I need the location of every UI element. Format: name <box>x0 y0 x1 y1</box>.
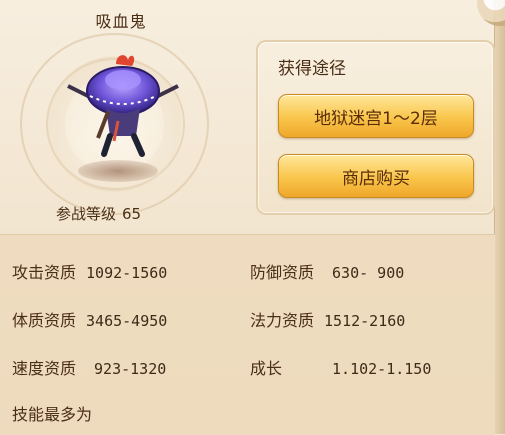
corner-ornament-icon <box>477 0 505 26</box>
stat-stamina: 体质资质 3465-4950 <box>12 307 167 331</box>
pet-info-window: 吸血鬼 参战等级 65 获得途径 地狱迷宫1～2层 商店购买 攻击资质 1092… <box>0 0 505 435</box>
acquisition-panel: 获得途径 地狱迷宫1～2层 商店购买 <box>256 40 495 215</box>
hell-maze-button[interactable]: 地狱迷宫1～2层 <box>278 94 474 138</box>
stat-growth-value: 1.102-1.150 <box>332 360 432 378</box>
stat-magic: 法力资质 1512-2160 <box>250 307 405 331</box>
pet-name: 吸血鬼 <box>95 12 147 31</box>
stat-speed: 速度资质 923-1320 <box>12 355 166 379</box>
stat-defense: 防御资质 630- 900 <box>250 259 404 283</box>
stat-attack-value: 1092-1560 <box>86 264 168 282</box>
stat-attack-label: 攻击资质 <box>12 263 77 282</box>
stats-area: 攻击资质 1092-1560 防御资质 630- 900 体质资质 3465-4950… <box>0 234 495 435</box>
stat-speed-label: 速度资质 <box>12 359 77 378</box>
stat-defense-label: 防御资质 <box>250 263 315 282</box>
stat-stamina-label: 体质资质 <box>12 311 77 330</box>
stat-magic-label: 法力资质 <box>250 311 315 330</box>
shop-buy-button[interactable]: 商店购买 <box>278 154 474 198</box>
battle-level-value: 65 <box>122 205 142 223</box>
battle-level-label: 参战等级 <box>56 205 117 223</box>
stat-speed-value: 923-1320 <box>94 360 167 378</box>
battle-level: 参战等级 65 <box>56 203 141 224</box>
stat-stamina-value: 3465-4950 <box>86 312 168 330</box>
stat-attack: 攻击资质 1092-1560 <box>12 259 167 283</box>
stat-defense-value: 630- 900 <box>332 264 405 282</box>
pet-model-icon <box>67 55 179 157</box>
stat-growth: 成长 1.102-1.150 <box>250 355 431 379</box>
window-edge <box>494 0 505 434</box>
stat-magic-value: 1512-2160 <box>324 312 406 330</box>
stat-growth-label: 成长 <box>250 359 283 378</box>
acquisition-title: 获得途径 <box>278 59 346 79</box>
skills-title: 技能最多为 <box>12 405 93 424</box>
